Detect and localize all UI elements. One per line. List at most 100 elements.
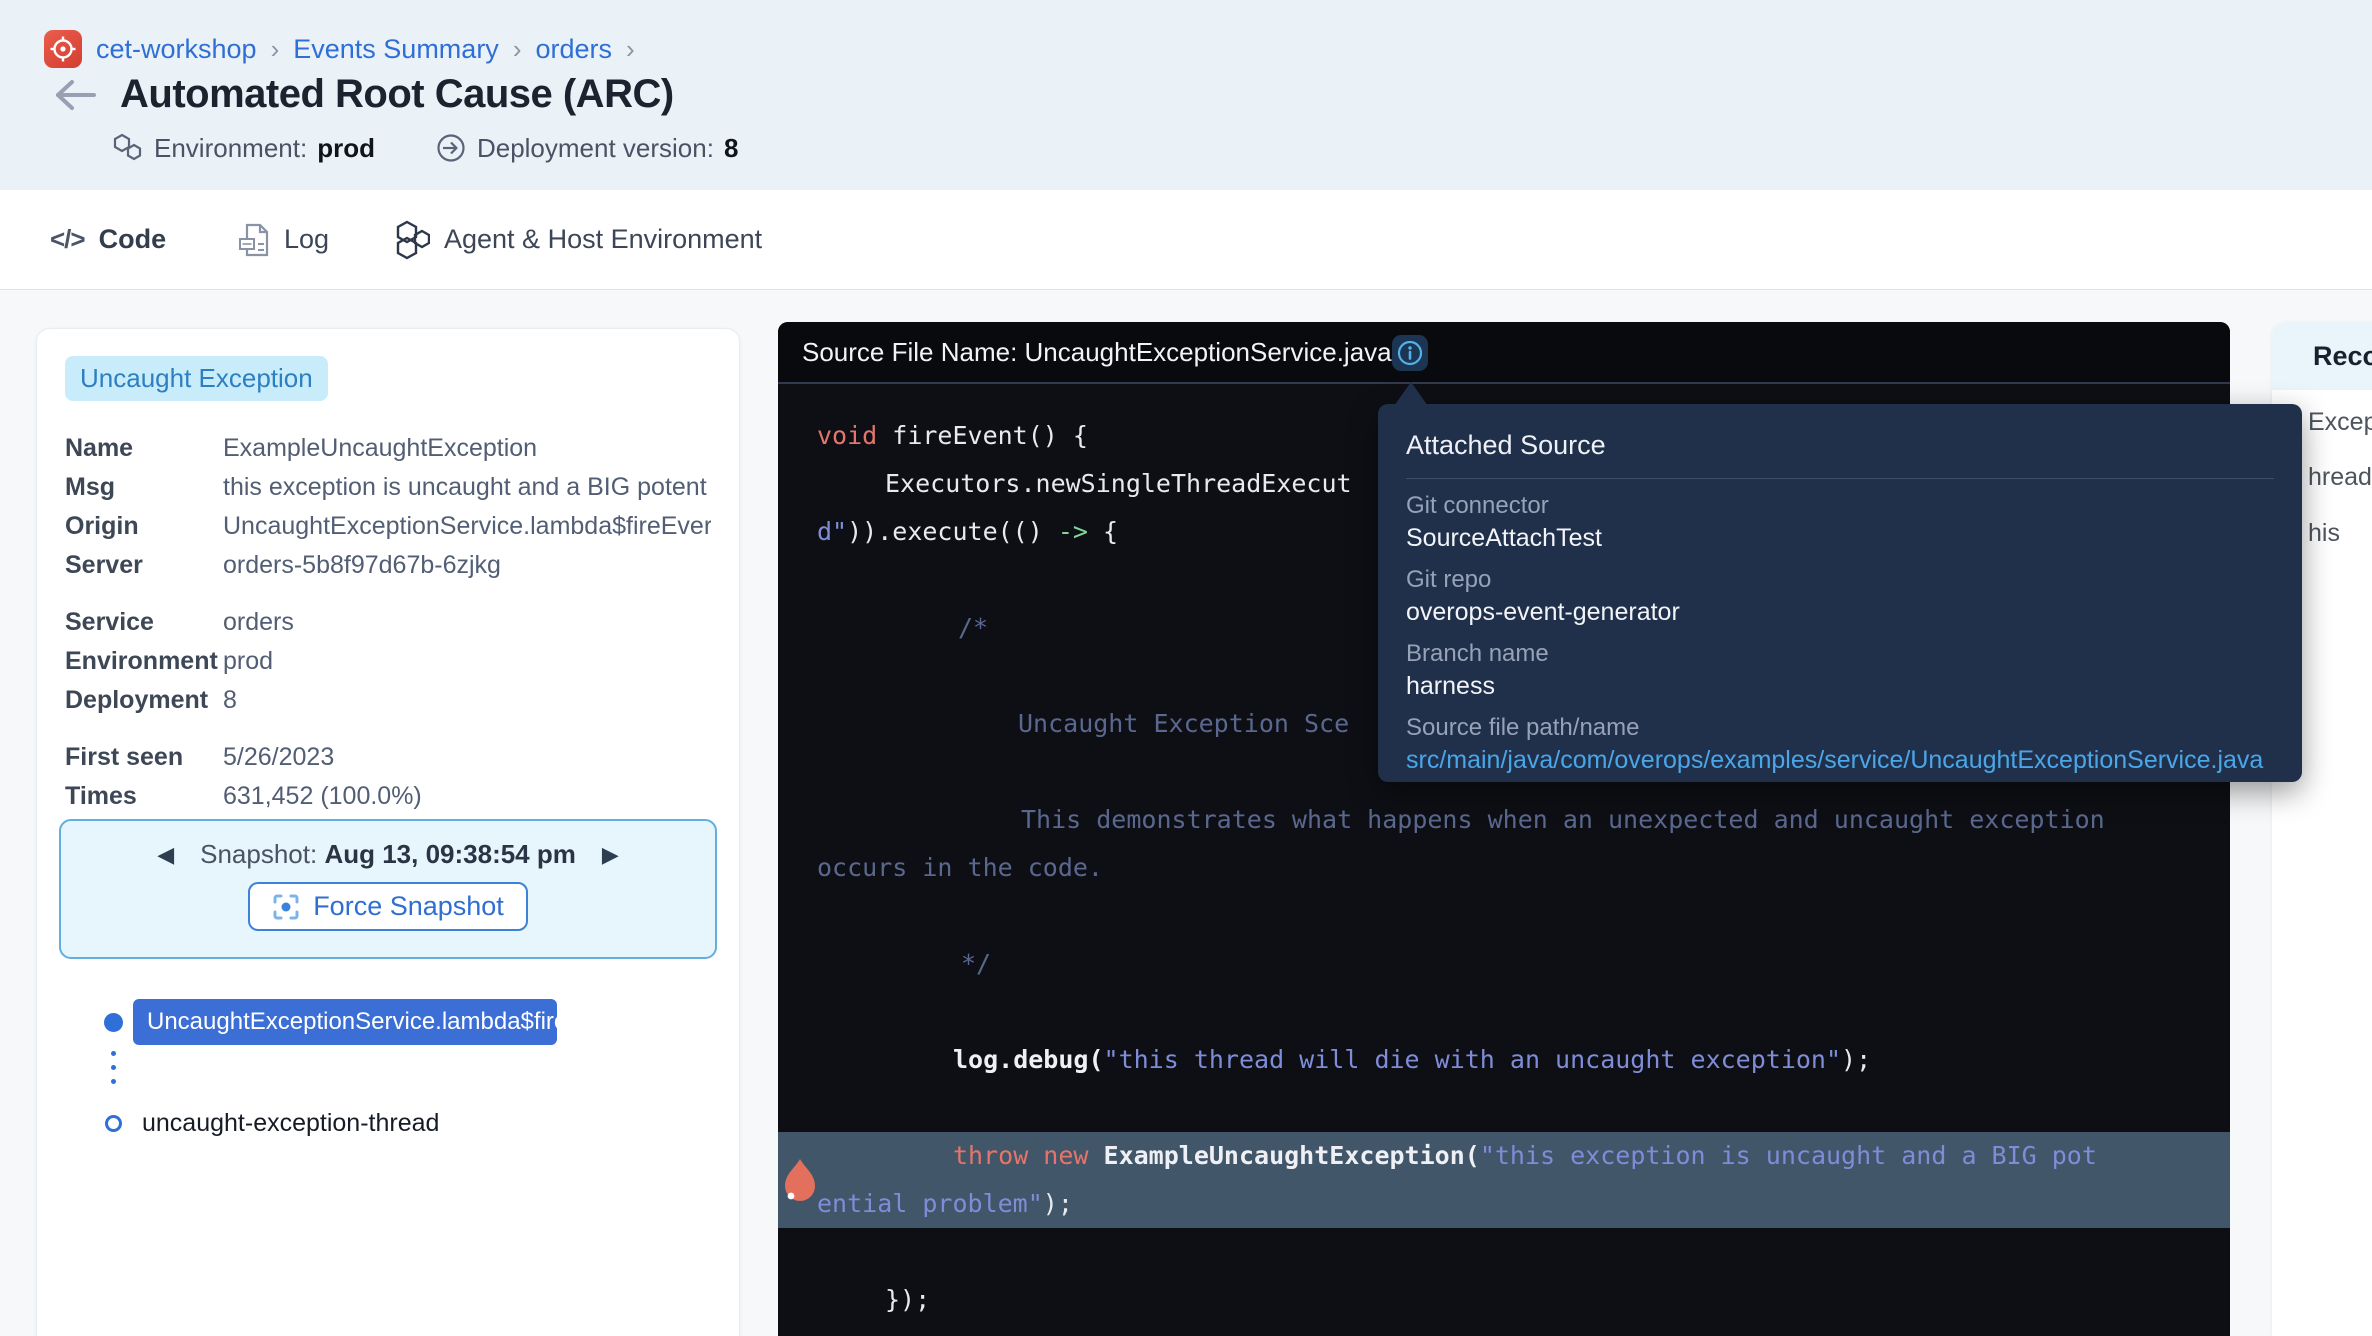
flame-icon xyxy=(784,1158,816,1202)
snapshot-label: Snapshot: Aug 13, 09:38:54 pm xyxy=(200,839,576,870)
code-line xyxy=(778,892,2230,940)
row-label: Server xyxy=(65,546,223,585)
force-snapshot-label: Force Snapshot xyxy=(313,891,504,922)
right-panel-item[interactable]: hread- xyxy=(2308,463,2372,492)
tooltip-arrow xyxy=(1394,382,1428,406)
tab-log-label: Log xyxy=(284,224,329,255)
tab-code[interactable]: </> Code xyxy=(50,190,166,289)
event-identity-group: NameExampleUncaughtException Msgthis exc… xyxy=(65,429,711,585)
code-line: ential problem"); xyxy=(778,1180,2230,1228)
code-line: }); xyxy=(778,1276,2230,1324)
deployment-label: Deployment version: xyxy=(477,133,714,164)
event-context-group: Serviceorders Environmentprod Deployment… xyxy=(65,603,711,720)
tab-bar: </> Code Log Agent & Host Environment Se… xyxy=(0,190,2372,290)
breadcrumb-separator: › xyxy=(271,34,280,65)
hexagons-icon xyxy=(392,220,430,260)
tab-log[interactable]: Log xyxy=(238,190,329,289)
open-circle-icon xyxy=(105,1115,122,1132)
cet-module-icon[interactable] xyxy=(44,30,82,68)
code-line: */ xyxy=(778,940,2230,988)
snapshot-box: ◀ Snapshot: Aug 13, 09:38:54 pm ▶ Force … xyxy=(59,819,717,959)
breadcrumb-events-summary[interactable]: Events Summary xyxy=(293,34,499,65)
field-label: Git repo xyxy=(1406,566,2274,594)
tab-code-label: Code xyxy=(99,224,167,255)
filled-dot-icon xyxy=(104,1013,123,1032)
tooltip-divider xyxy=(1406,478,2274,479)
target-icon xyxy=(50,36,76,62)
code-line: log.debug("this thread will die with an … xyxy=(778,1036,2230,1084)
stack-connector-dots xyxy=(111,1051,116,1084)
snapshot-timestamp: Aug 13, 09:38:54 pm xyxy=(324,839,575,869)
main-content: Uncaught Exception NameExampleUncaughtEx… xyxy=(0,290,2372,1336)
page-title: Automated Root Cause (ARC) xyxy=(120,72,674,117)
source-file-path-link[interactable]: src/main/java/com/overops/examples/servi… xyxy=(1406,746,2274,775)
log-file-icon xyxy=(238,222,270,258)
snapshot-next-button[interactable]: ▶ xyxy=(602,842,619,868)
deployment-icon xyxy=(435,132,467,164)
tab-agent-label: Agent & Host Environment xyxy=(444,224,762,255)
code-line: occurs in the code. xyxy=(778,844,2230,892)
row-label: Times xyxy=(65,777,223,816)
row-value: 631,452 (100.0%) xyxy=(223,777,711,816)
field-value: harness xyxy=(1406,672,2274,701)
field-label: Git connector xyxy=(1406,492,2274,520)
tooltip-title: Attached Source xyxy=(1406,430,2274,461)
tooltip-field: Branch name harness xyxy=(1406,640,2274,701)
right-panel-title: Reco xyxy=(2313,341,2372,372)
event-stats-group: First seen5/26/2023 Times631,452 (100.0%… xyxy=(65,738,711,816)
event-details-card: Uncaught Exception NameExampleUncaughtEx… xyxy=(36,328,740,1336)
breadcrumb-separator: › xyxy=(626,34,635,65)
tooltip-field: Source file path/name src/main/java/com/… xyxy=(1406,714,2274,775)
breadcrumb-separator: › xyxy=(513,34,522,65)
attached-source-tooltip: Attached Source Git connector SourceAtta… xyxy=(1378,404,2302,782)
thread-name: uncaught-exception-thread xyxy=(142,1109,439,1138)
row-label: First seen xyxy=(65,738,223,777)
environment-value: prod xyxy=(317,133,375,164)
row-value: ExampleUncaughtException xyxy=(223,429,711,468)
field-label: Branch name xyxy=(1406,640,2274,668)
breadcrumb-project[interactable]: cet-workshop xyxy=(96,34,257,65)
snapshot-label-text: Snapshot: xyxy=(200,839,324,869)
attached-source-info-button[interactable] xyxy=(1392,335,1428,371)
code-tab-icon: </> xyxy=(50,224,85,255)
force-snapshot-button[interactable]: Force Snapshot xyxy=(248,882,528,931)
stack-thread-item[interactable]: uncaught-exception-thread xyxy=(105,1109,439,1138)
row-value: orders-5b8f97d67b-6zjkg xyxy=(223,546,711,585)
right-panel-item[interactable]: Excepti xyxy=(2308,408,2372,437)
back-arrow-button[interactable] xyxy=(52,77,98,113)
code-line: This demonstrates what happens when an u… xyxy=(778,796,2230,844)
stack-frame-selected[interactable]: UncaughtExceptionService.lambda$fireE... xyxy=(104,999,557,1045)
row-value: orders xyxy=(223,603,711,642)
code-line xyxy=(778,988,2230,1036)
right-panel-item[interactable]: his xyxy=(2308,519,2340,548)
field-value: overops-event-generator xyxy=(1406,598,2274,627)
row-label: Environment xyxy=(65,642,223,681)
row-value: UncaughtExceptionService.lambda$fireEver xyxy=(223,507,711,546)
breadcrumb: cet-workshop › Events Summary › orders › xyxy=(44,30,635,68)
row-label: Service xyxy=(65,603,223,642)
page-header: cet-workshop › Events Summary › orders ›… xyxy=(0,0,2372,190)
code-viewer-header: Source File Name: UncaughtExceptionServi… xyxy=(778,322,2230,384)
info-icon xyxy=(1397,340,1423,366)
tooltip-field: Git repo overops-event-generator xyxy=(1406,566,2274,627)
breadcrumb-service[interactable]: orders xyxy=(535,34,612,65)
snapshot-viewfinder-icon xyxy=(272,893,300,921)
row-label: Msg xyxy=(65,468,223,507)
row-value: prod xyxy=(223,642,711,681)
environment-icon xyxy=(112,132,144,164)
row-value: 8 xyxy=(223,681,711,720)
snapshot-prev-button[interactable]: ◀ xyxy=(157,842,174,868)
event-type-badge: Uncaught Exception xyxy=(65,356,328,401)
stack-frame-chip[interactable]: UncaughtExceptionService.lambda$fireE... xyxy=(133,999,557,1045)
environment-label: Environment: xyxy=(154,133,307,164)
source-file-name: Source File Name: UncaughtExceptionServi… xyxy=(802,337,1392,368)
row-value: 5/26/2023 xyxy=(223,738,711,777)
row-value: this exception is uncaught and a BIG pot… xyxy=(223,468,711,507)
deployment-value: 8 xyxy=(724,133,738,164)
row-label: Origin xyxy=(65,507,223,546)
right-panel-header: Reco xyxy=(2272,322,2372,390)
row-label: Name xyxy=(65,429,223,468)
row-label: Deployment xyxy=(65,681,223,720)
tab-agent-host-environment[interactable]: Agent & Host Environment xyxy=(392,190,762,289)
field-label: Source file path/name xyxy=(1406,714,2274,742)
